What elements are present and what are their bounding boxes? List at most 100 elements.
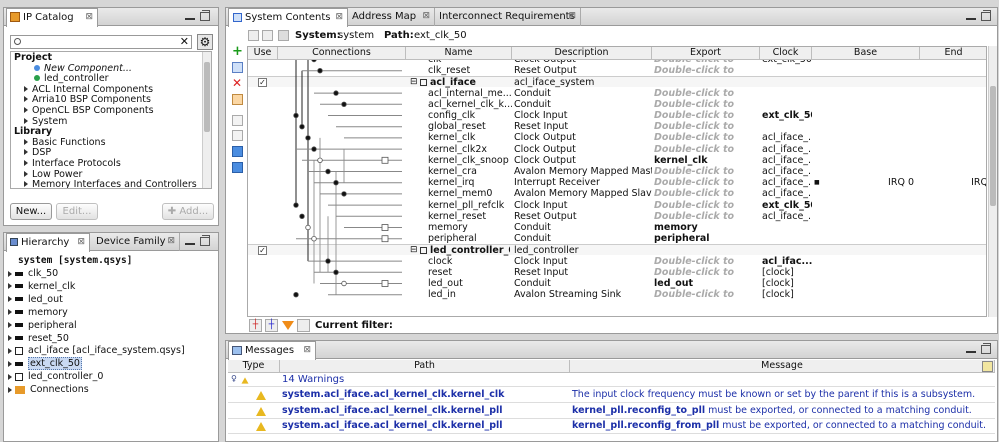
col-use[interactable]: Use (248, 47, 278, 60)
expand-icon[interactable]: ♀ (231, 374, 237, 383)
move-up-icon[interactable] (232, 130, 243, 141)
catalog-tree-item[interactable]: OpenCL BSP Components (24, 105, 154, 116)
hierarchy-item[interactable]: ext_clk_50 (8, 357, 82, 371)
maximize-icon[interactable] (200, 235, 210, 246)
scrollbar-thumb[interactable] (204, 62, 210, 132)
catalog-tree-item[interactable]: DSP (24, 147, 51, 158)
col-end[interactable]: End (920, 47, 986, 60)
filter-dropdown-icon[interactable] (297, 319, 310, 332)
hierarchy-item[interactable]: kernel_clk (8, 281, 75, 293)
remove-icon[interactable]: ✕ (232, 77, 243, 89)
minimize-icon[interactable] (185, 17, 195, 20)
catalog-tree-item[interactable]: New Component... (34, 63, 132, 74)
expand-icon[interactable] (8, 309, 12, 316)
top-icon[interactable] (262, 30, 273, 41)
filter-rows-icon[interactable]: ┼ (265, 319, 278, 332)
expand-icon[interactable] (8, 283, 12, 290)
use-checkbox[interactable]: ✓ (258, 78, 267, 88)
minimize-icon[interactable] (185, 242, 195, 245)
expand-icon[interactable] (8, 335, 12, 341)
catalog-tree-item[interactable]: ACL Internal Components (24, 84, 153, 95)
expand-icon[interactable] (8, 322, 12, 329)
hierarchy-item[interactable]: led_out (8, 294, 63, 306)
gear-icon[interactable]: ⚙ (197, 34, 213, 50)
close-icon[interactable]: ⊠ (303, 342, 311, 359)
minimize-icon[interactable] (966, 17, 976, 20)
tab-messages[interactable]: Messages ⊠ (228, 341, 316, 360)
catalog-tree-item[interactable]: led_controller (34, 73, 109, 84)
col-type[interactable]: Type (228, 360, 280, 373)
close-icon[interactable]: ⊠ (335, 9, 343, 26)
maximize-icon[interactable] (981, 10, 991, 21)
edit-button[interactable]: Edit... (56, 203, 98, 220)
clear-search-icon[interactable]: ✕ (180, 35, 189, 48)
hierarchy-item[interactable]: Connections (8, 384, 89, 396)
catalog-scrollbar[interactable] (202, 52, 211, 188)
connections-graph[interactable] (278, 60, 406, 317)
hierarchy-item[interactable]: peripheral (8, 320, 77, 332)
tab-device-family[interactable]: Device Family ⊠ (92, 233, 180, 251)
hierarchy-item[interactable]: clk_50 (8, 268, 58, 280)
table-scrollbar[interactable] (988, 46, 997, 317)
col-clock[interactable]: Clock (760, 47, 812, 60)
add-connection-icon[interactable] (232, 62, 243, 73)
hierarchy-item[interactable]: led_controller_0 (8, 371, 103, 383)
maximize-icon[interactable] (200, 10, 210, 21)
catalog-tree-item[interactable]: Project (14, 52, 52, 63)
close-icon[interactable]: ⊠ (568, 8, 576, 25)
hierarchy-item[interactable]: acl_iface [acl_iface_system.qsys] (8, 345, 185, 357)
catalog-tree-item[interactable]: Basic Functions (24, 137, 106, 148)
col-base[interactable]: Base (812, 47, 920, 60)
close-icon[interactable]: ⊠ (167, 233, 175, 250)
filter-columns-icon[interactable]: ┼ (249, 319, 262, 332)
move-top-icon[interactable] (232, 115, 243, 126)
filter-icon[interactable] (282, 321, 294, 330)
message-row[interactable]: system.acl_iface.acl_kernel_clk.kernel_p… (228, 404, 995, 419)
use-checkbox[interactable]: ✓ (258, 246, 267, 256)
search-input[interactable]: ✕ (10, 35, 192, 49)
col-path[interactable]: Path (280, 360, 570, 373)
catalog-tree-item[interactable]: Library (14, 126, 52, 137)
message-row[interactable]: system.acl_iface.acl_kernel_clk.kernel_p… (228, 419, 995, 434)
tab-interconnect-requirements[interactable]: Interconnect Requirements ⊠ (435, 8, 581, 26)
tab-ip-catalog[interactable]: IP Catalog ⊠ (6, 8, 98, 27)
close-icon[interactable]: ⊠ (85, 9, 93, 26)
messages-options-icon[interactable] (982, 361, 993, 372)
expand-icon[interactable] (8, 347, 12, 354)
catalog-tree-item[interactable]: System (24, 116, 67, 127)
tab-address-map[interactable]: Address Map ⊠ (348, 8, 435, 26)
add-component-icon[interactable]: + (232, 45, 243, 58)
scrollbar-thumb[interactable] (990, 86, 996, 206)
tab-hierarchy[interactable]: Hierarchy ⊠ (6, 233, 90, 252)
new-button[interactable]: New... (10, 203, 52, 220)
close-icon[interactable]: ⊠ (77, 234, 85, 251)
tab-system-contents[interactable]: System Contents ⊠ (228, 8, 348, 27)
up-icon[interactable] (248, 30, 259, 41)
expand-icon[interactable] (8, 270, 12, 277)
maximize-icon[interactable] (981, 343, 991, 354)
col-name[interactable]: Name (406, 47, 512, 60)
expand-icon[interactable] (8, 386, 12, 393)
catalog-tree-item[interactable]: Arria10 BSP Components (24, 94, 151, 105)
col-description[interactable]: Description (512, 47, 652, 60)
catalog-tree-item[interactable]: Low Power (24, 169, 82, 180)
hierarchy-item[interactable]: reset_50 (8, 333, 69, 345)
close-icon[interactable]: ⊠ (422, 8, 430, 25)
add-button[interactable]: ✚ Add... (162, 203, 214, 220)
col-connections[interactable]: Connections (278, 47, 406, 60)
expand-icon[interactable] (8, 360, 12, 367)
move-down-icon[interactable] (232, 146, 243, 157)
warnings-summary-row[interactable]: ♀ 14 Warnings (228, 373, 995, 387)
expand-icon[interactable] (8, 373, 12, 380)
col-export[interactable]: Export (652, 47, 760, 60)
hierarchy-root[interactable]: system [system.qsys] (18, 255, 132, 266)
expand-icon[interactable] (8, 296, 12, 303)
hierarchy-item[interactable]: memory (8, 307, 68, 319)
catalog-tree-item[interactable]: Interface Protocols (24, 158, 121, 169)
edit-parameters-icon[interactable] (232, 94, 243, 105)
catalog-tree-item[interactable]: Memory Interfaces and Controllers (24, 179, 197, 188)
message-row[interactable]: system.acl_iface.acl_kernel_clk.kernel_c… (228, 388, 995, 403)
move-bottom-icon[interactable] (232, 162, 243, 173)
minimize-icon[interactable] (966, 350, 976, 353)
col-message[interactable]: Message (570, 360, 995, 373)
